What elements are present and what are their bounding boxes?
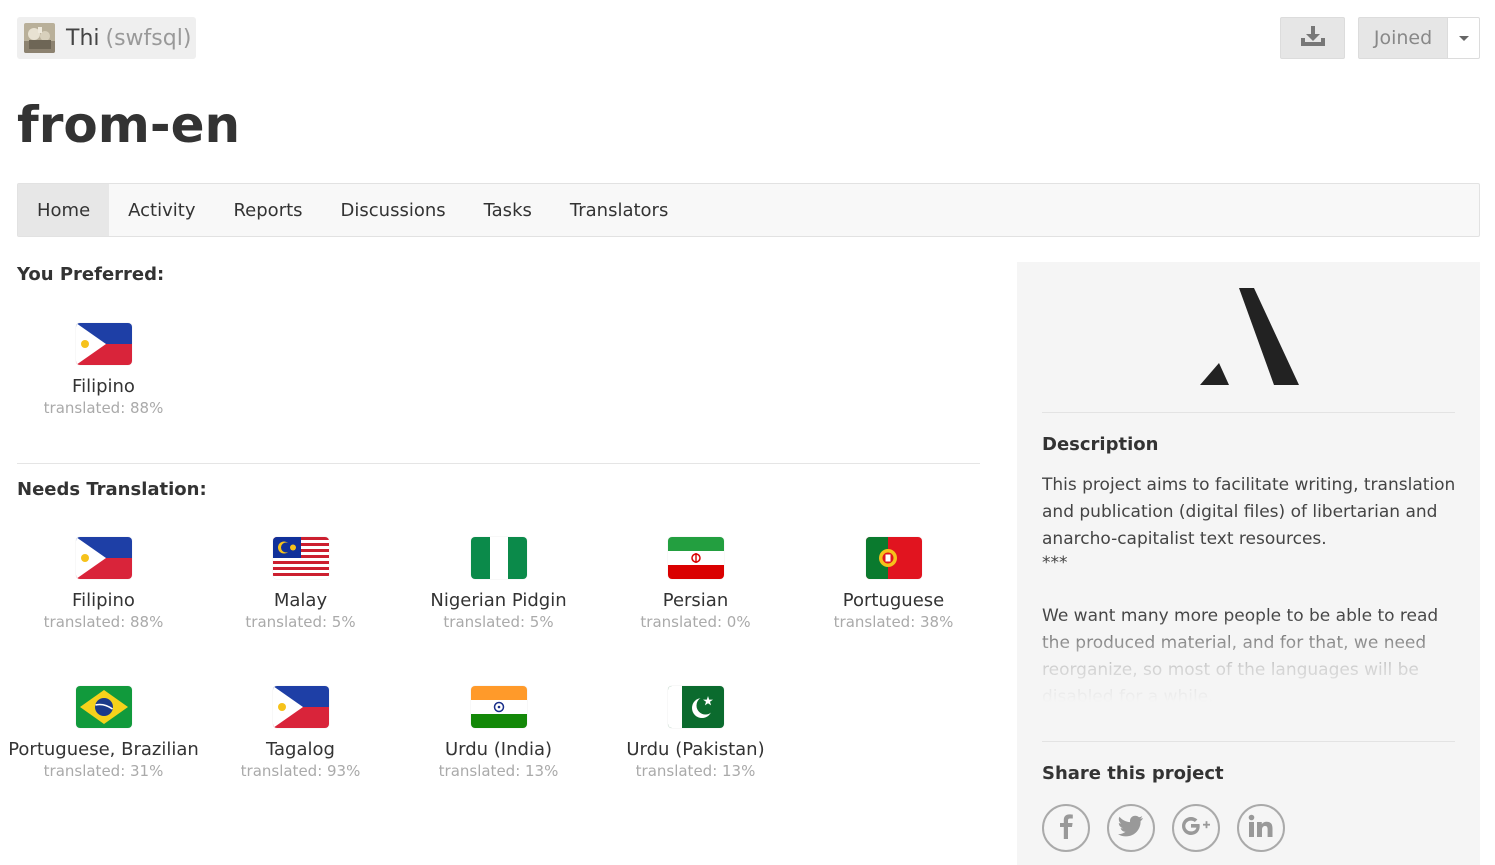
sidebar-divider <box>1042 741 1455 742</box>
translation-progress: translated: 0% <box>640 613 751 631</box>
needs-translation-heading: Needs Translation: <box>17 479 207 500</box>
sidebar-divider <box>1042 412 1455 413</box>
share-linkedin-button[interactable] <box>1237 804 1285 852</box>
translation-progress: translated: 88% <box>43 399 164 417</box>
philippines-flag-icon <box>75 323 132 365</box>
language-name: Filipino <box>72 590 135 611</box>
description-heading: Description <box>1042 434 1159 455</box>
linkedin-icon <box>1248 814 1274 842</box>
download-button[interactable] <box>1280 17 1345 59</box>
tab-discussions[interactable]: Discussions <box>322 184 465 236</box>
nigeria-flag-icon <box>470 537 527 579</box>
iran-flag-icon <box>667 537 724 579</box>
language-item[interactable]: Filipino translated: 88% <box>5 537 202 632</box>
share-facebook-button[interactable] <box>1042 804 1090 852</box>
pakistan-flag-icon <box>667 686 724 728</box>
project-nav: Home Activity Reports Discussions Tasks … <box>17 183 1480 237</box>
joined-button-group: Joined <box>1358 17 1480 59</box>
project-owner[interactable]: Thi (swfsql) <box>17 17 196 59</box>
portugal-flag-icon <box>865 537 922 579</box>
translation-progress: translated: 13% <box>635 762 756 780</box>
language-name: Urdu (India) <box>444 739 553 760</box>
language-item[interactable]: Urdu (Pakistan) translated: 13% <box>597 686 794 781</box>
india-flag-icon <box>470 686 527 728</box>
joined-button[interactable]: Joined <box>1358 17 1448 59</box>
language-name: Nigerian Pidgin <box>430 590 567 611</box>
philippines-flag-icon <box>75 537 132 579</box>
share-twitter-button[interactable] <box>1107 804 1155 852</box>
language-item[interactable]: Persian translated: 0% <box>597 537 794 632</box>
language-item[interactable]: Nigerian Pidgin translated: 5% <box>400 537 597 632</box>
download-icon <box>1300 25 1326 51</box>
translation-progress: translated: 31% <box>43 762 164 780</box>
language-item[interactable]: Portuguese, Brazilian translated: 31% <box>5 686 202 781</box>
brazil-flag-icon <box>75 686 132 728</box>
translation-progress: translated: 13% <box>438 762 559 780</box>
language-name: Filipino <box>72 376 135 397</box>
tab-translators[interactable]: Translators <box>551 184 687 236</box>
language-name: Malay <box>273 590 328 611</box>
language-name: Portuguese, Brazilian <box>8 739 199 760</box>
tab-home[interactable]: Home <box>18 184 110 236</box>
description-paragraph: This project aims to facilitate writing,… <box>1042 475 1456 549</box>
preferred-heading: You Preferred: <box>17 264 165 285</box>
share-buttons <box>1042 804 1285 852</box>
tab-activity[interactable]: Activity <box>109 184 214 236</box>
project-logo <box>1198 288 1302 390</box>
facebook-icon <box>1055 813 1077 843</box>
translation-progress: translated: 88% <box>43 613 164 631</box>
project-description: This project aims to facilitate writing,… <box>1042 472 1460 702</box>
translation-progress: translated: 5% <box>245 613 356 631</box>
philippines-flag-icon <box>272 686 329 728</box>
caret-down-icon <box>1458 35 1469 41</box>
language-item[interactable]: Urdu (India) translated: 13% <box>400 686 597 781</box>
translation-progress: translated: 5% <box>443 613 554 631</box>
malaysia-flag-icon <box>272 537 329 579</box>
page-title: from-en <box>17 96 241 154</box>
owner-name: Thi <box>66 25 100 51</box>
language-name: Tagalog <box>266 739 335 760</box>
user-avatar <box>24 23 55 53</box>
language-item[interactable]: Tagalog translated: 93% <box>202 686 399 781</box>
joined-dropdown-toggle[interactable] <box>1448 17 1480 59</box>
language-name: Portuguese <box>842 590 945 611</box>
share-google-plus-button[interactable] <box>1172 804 1220 852</box>
project-sidebar: Description This project aims to facilit… <box>1017 262 1480 865</box>
language-item[interactable]: Portuguese translated: 38% <box>795 537 992 632</box>
google-plus-icon <box>1181 815 1211 841</box>
language-name: Urdu (Pakistan) <box>626 739 765 760</box>
description-separator: *** <box>1042 553 1068 573</box>
translation-progress: translated: 93% <box>240 762 361 780</box>
language-name: Persian <box>662 590 729 611</box>
language-item[interactable]: Malay translated: 5% <box>202 537 399 632</box>
description-paragraph: We want many more people to be able to r… <box>1042 606 1439 702</box>
language-item[interactable]: Filipino translated: 88% <box>5 323 202 418</box>
share-heading: Share this project <box>1042 763 1224 784</box>
owner-handle: (swfsql) <box>105 25 192 51</box>
tab-reports[interactable]: Reports <box>214 184 321 236</box>
section-divider <box>17 463 980 464</box>
twitter-icon <box>1118 815 1144 841</box>
tab-tasks[interactable]: Tasks <box>465 184 551 236</box>
translation-progress: translated: 38% <box>833 613 954 631</box>
